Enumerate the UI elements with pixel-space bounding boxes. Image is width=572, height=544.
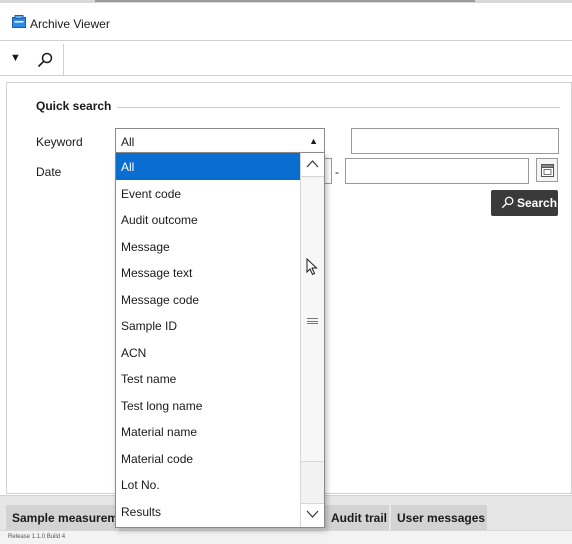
dropdown-option-acn[interactable]: ACN: [116, 339, 300, 366]
search-button-label: Search: [517, 196, 558, 210]
quick-search-legend: Quick search: [36, 99, 118, 113]
date-to-input[interactable]: [345, 158, 529, 184]
search-icon: [501, 196, 514, 209]
keyword-select[interactable]: All ▲: [115, 128, 325, 154]
keyword-dropdown-list[interactable]: All Event code Audit outcome Message Mes…: [115, 152, 325, 528]
keyword-label: Keyword: [36, 135, 83, 149]
calendar-icon: [541, 164, 554, 177]
scrollbar-thumb[interactable]: [301, 178, 324, 462]
dropdown-option-test-long-name[interactable]: Test long name: [116, 392, 300, 419]
tab-sample-measurements[interactable]: Sample measurem: [6, 505, 116, 530]
search-button[interactable]: Search: [491, 190, 558, 216]
grip-icon: [307, 318, 318, 324]
chevron-up-icon: [306, 160, 319, 168]
toolbar-separator: [63, 44, 64, 76]
dropdown-option-results[interactable]: Results: [116, 498, 300, 525]
dropdown-option-message-code[interactable]: Message code: [116, 286, 300, 313]
toolbar-search-button[interactable]: [30, 44, 62, 76]
chevron-down-icon: [306, 510, 319, 518]
legend-divider: [105, 107, 560, 108]
dropdown-option-all[interactable]: All: [116, 153, 300, 180]
release-version: Release 1.1.0 Build 4: [8, 534, 66, 540]
dropdown-option-material-code[interactable]: Material code: [116, 445, 300, 472]
date-range-separator: -: [335, 165, 339, 179]
dropdown-option-message-text[interactable]: Message text: [116, 259, 300, 286]
dropdown-options: All Event code Audit outcome Message Mes…: [116, 153, 300, 524]
date-from-input[interactable]: [325, 158, 332, 184]
window-title: Archive Viewer: [30, 17, 110, 31]
dropdown-option-message[interactable]: Message: [116, 233, 300, 260]
calendar-button[interactable]: [536, 158, 558, 182]
tab-audit-trail[interactable]: Audit trail: [325, 505, 389, 530]
tab-user-messages[interactable]: User messages: [391, 505, 487, 530]
toolbar: [0, 42, 572, 76]
date-label: Date: [36, 165, 62, 179]
search-icon: [37, 52, 53, 68]
keyword-select-value: All: [121, 135, 135, 149]
keyword-input[interactable]: [351, 128, 559, 154]
dropdown-option-event-code[interactable]: Event code: [116, 180, 300, 207]
dropdown-option-audit-outcome[interactable]: Audit outcome: [116, 206, 300, 233]
dropdown-option-material-name[interactable]: Material name: [116, 418, 300, 445]
status-bar: [0, 530, 572, 544]
dropdown-option-lot-no[interactable]: Lot No.: [116, 471, 300, 498]
scroll-down-button[interactable]: [301, 503, 324, 527]
archive-viewer-app-icon: [12, 15, 26, 28]
caret-up-icon: ▲: [309, 136, 318, 146]
dropdown-scrollbar[interactable]: [300, 153, 324, 527]
mouse-cursor-icon: [306, 258, 318, 276]
collapse-toggle-icon[interactable]: ▼: [10, 53, 21, 64]
scroll-up-button[interactable]: [301, 153, 324, 177]
dropdown-option-test-name[interactable]: Test name: [116, 365, 300, 392]
dropdown-option-sample-id[interactable]: Sample ID: [116, 312, 300, 339]
